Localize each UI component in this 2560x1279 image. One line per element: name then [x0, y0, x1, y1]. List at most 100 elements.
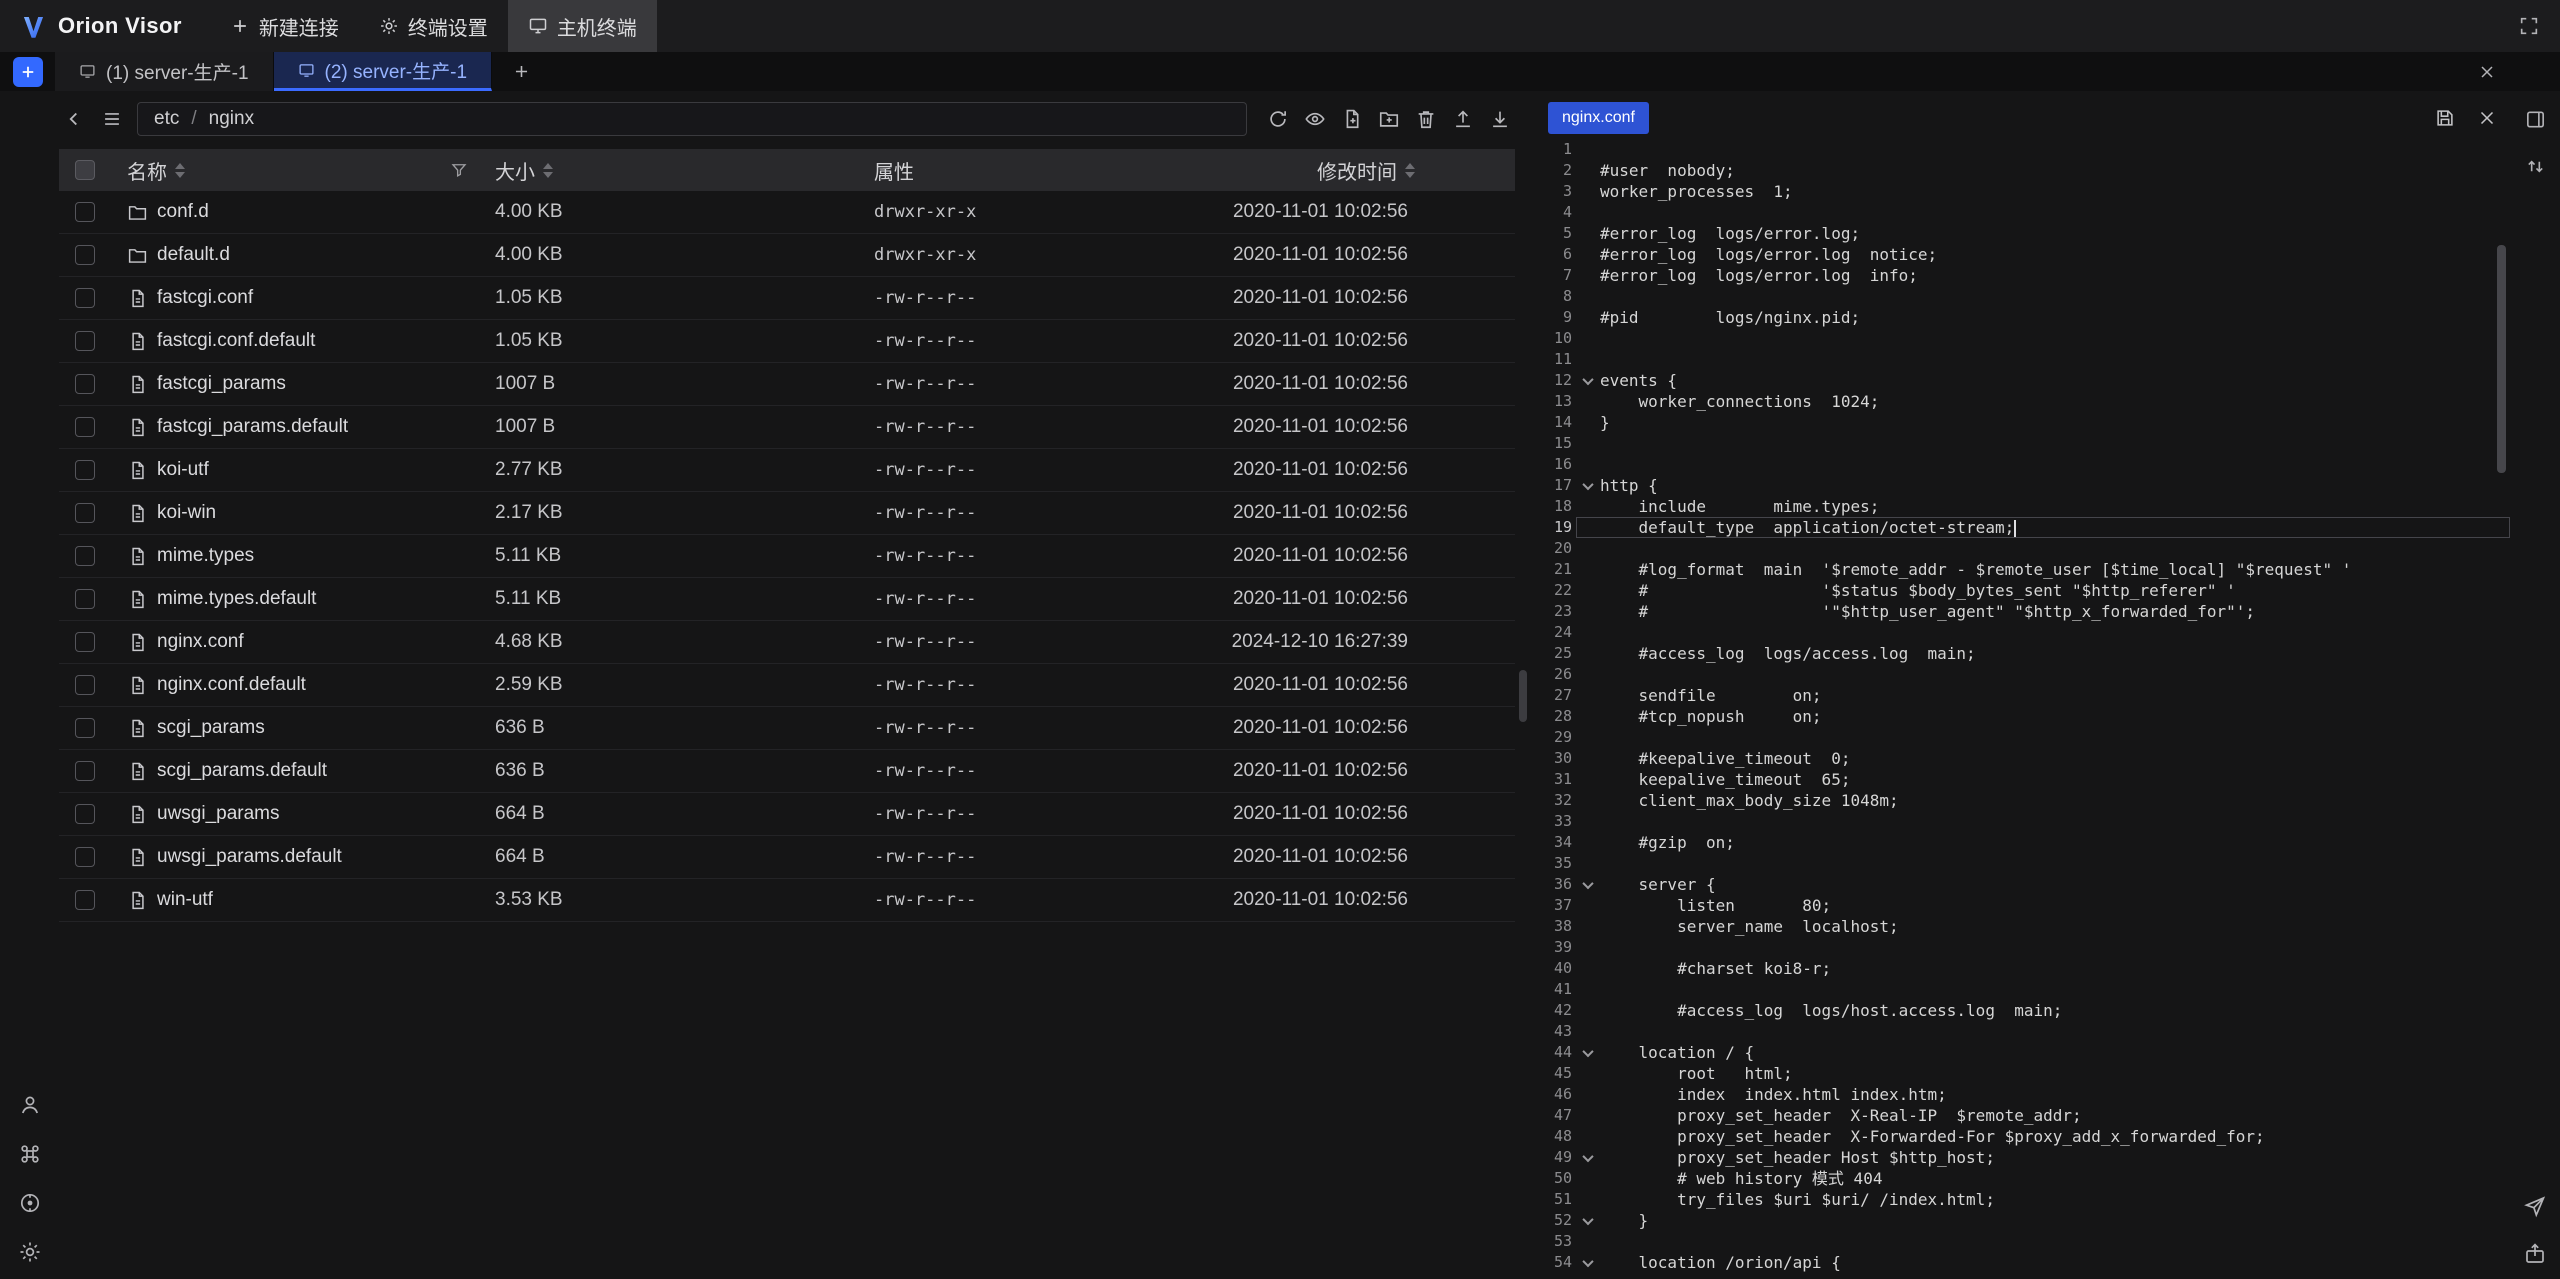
theme-icon[interactable]: [15, 1188, 45, 1218]
code-line[interactable]: 11: [1540, 349, 2510, 370]
code-line[interactable]: 8: [1540, 286, 2510, 307]
code-line[interactable]: 29: [1540, 727, 2510, 748]
file-name[interactable]: scgi_params.default: [157, 760, 327, 782]
file-name[interactable]: default.d: [157, 244, 230, 266]
breadcrumb-segment[interactable]: nginx: [209, 108, 254, 130]
code-line[interactable]: 37 listen 80;: [1540, 895, 2510, 916]
fold-chevron-icon[interactable]: [1582, 1150, 1593, 1161]
code-line[interactable]: 21 #log_format main '$remote_addr - $rem…: [1540, 559, 2510, 580]
row-checkbox[interactable]: [75, 503, 95, 523]
table-row[interactable]: nginx.conf.default 2.59 KB -rw-r--r-- 20…: [59, 664, 1515, 707]
send-command-icon[interactable]: [2520, 1191, 2550, 1221]
code-line[interactable]: 18 include mime.types;: [1540, 496, 2510, 517]
editor-file-tab[interactable]: nginx.conf: [1548, 102, 1649, 134]
file-name[interactable]: conf.d: [157, 201, 209, 223]
table-row[interactable]: fastcgi_params 1007 B -rw-r--r-- 2020-11…: [59, 363, 1515, 406]
table-row[interactable]: mime.types.default 5.11 KB -rw-r--r-- 20…: [59, 578, 1515, 621]
delete-trash-icon[interactable]: [1411, 104, 1441, 134]
fold-chevron-icon[interactable]: [1582, 478, 1593, 489]
row-checkbox[interactable]: [75, 245, 95, 265]
file-name[interactable]: nginx.conf: [157, 631, 244, 653]
upload-icon[interactable]: [1448, 104, 1478, 134]
code-line[interactable]: 10: [1540, 328, 2510, 349]
code-line[interactable]: 51 try_files $uri $uri/ /index.html;: [1540, 1189, 2510, 1210]
file-name[interactable]: nginx.conf.default: [157, 674, 306, 696]
code-line[interactable]: 17 http {: [1540, 475, 2510, 496]
code-line[interactable]: 1: [1540, 139, 2510, 160]
code-line[interactable]: 43: [1540, 1021, 2510, 1042]
row-checkbox[interactable]: [75, 374, 95, 394]
table-row[interactable]: nginx.conf 4.68 KB -rw-r--r-- 2024-12-10…: [59, 621, 1515, 664]
code-line[interactable]: 42 #access_log logs/host.access.log main…: [1540, 1000, 2510, 1021]
code-line[interactable]: 14 }: [1540, 412, 2510, 433]
code-line[interactable]: 52 }: [1540, 1210, 2510, 1231]
code-line[interactable]: 13 worker_connections 1024;: [1540, 391, 2510, 412]
fullscreen-icon[interactable]: [2514, 11, 2544, 41]
code-line[interactable]: 9 #pid logs/nginx.pid;: [1540, 307, 2510, 328]
code-line[interactable]: 38 server_name localhost;: [1540, 916, 2510, 937]
code-line[interactable]: 45 root html;: [1540, 1063, 2510, 1084]
code-line[interactable]: 25 #access_log logs/access.log main;: [1540, 643, 2510, 664]
editor-code[interactable]: 1 2 #user nobody; 3 worker_processes 1; …: [1540, 139, 2510, 1273]
show-hidden-eye-icon[interactable]: [1300, 104, 1330, 134]
menu-item-new-connection[interactable]: 新建连接: [210, 0, 359, 52]
code-line[interactable]: 46 index index.html index.htm;: [1540, 1084, 2510, 1105]
code-line[interactable]: 36 server {: [1540, 874, 2510, 895]
new-folder-icon[interactable]: [1374, 104, 1404, 134]
download-icon[interactable]: [1485, 104, 1515, 134]
code-line[interactable]: 24: [1540, 622, 2510, 643]
table-row[interactable]: default.d 4.00 KB drwxr-xr-x 2020-11-01 …: [59, 234, 1515, 277]
code-line[interactable]: 23 # '"$http_user_agent" "$http_x_forwar…: [1540, 601, 2510, 622]
column-header-size[interactable]: 大小: [495, 156, 535, 185]
panel-resize-handle[interactable]: [1519, 670, 1527, 722]
breadcrumb-segment[interactable]: etc: [154, 108, 179, 130]
row-checkbox[interactable]: [75, 546, 95, 566]
file-name[interactable]: mime.types.default: [157, 588, 316, 610]
file-name[interactable]: scgi_params: [157, 717, 265, 739]
code-line[interactable]: 7 #error_log logs/error.log info;: [1540, 265, 2510, 286]
row-checkbox[interactable]: [75, 331, 95, 351]
code-line[interactable]: 39: [1540, 937, 2510, 958]
code-line[interactable]: 20: [1540, 538, 2510, 559]
editor-scrollbar[interactable]: [2497, 245, 2506, 473]
select-all-checkbox[interactable]: [75, 160, 95, 180]
code-line[interactable]: 3 worker_processes 1;: [1540, 181, 2510, 202]
code-line[interactable]: 48 proxy_set_header X-Forwarded-For $pro…: [1540, 1126, 2510, 1147]
list-view-icon[interactable]: [97, 104, 127, 134]
table-row[interactable]: koi-utf 2.77 KB -rw-r--r-- 2020-11-01 10…: [59, 449, 1515, 492]
row-checkbox[interactable]: [75, 632, 95, 652]
transfer-list-icon[interactable]: [2520, 151, 2550, 181]
code-line[interactable]: 50 # web history 模式 404: [1540, 1168, 2510, 1189]
command-shortcuts-icon[interactable]: [15, 1139, 45, 1169]
code-line[interactable]: 54 location /orion/api {: [1540, 1252, 2510, 1273]
tab-server-2[interactable]: (2) server-生产-1: [274, 52, 493, 91]
close-editor-icon[interactable]: [2476, 107, 2498, 129]
file-name[interactable]: fastcgi.conf.default: [157, 330, 315, 352]
code-line[interactable]: 12 events {: [1540, 370, 2510, 391]
menu-item-host-terminal[interactable]: 主机终端: [508, 0, 657, 52]
code-line[interactable]: 2 #user nobody;: [1540, 160, 2510, 181]
row-checkbox[interactable]: [75, 890, 95, 910]
code-line[interactable]: 30 #keepalive_timeout 0;: [1540, 748, 2510, 769]
code-line[interactable]: 15: [1540, 433, 2510, 454]
file-name[interactable]: koi-utf: [157, 459, 209, 481]
fold-chevron-icon[interactable]: [1582, 1213, 1593, 1224]
row-checkbox[interactable]: [75, 460, 95, 480]
table-row[interactable]: fastcgi.conf 1.05 KB -rw-r--r-- 2020-11-…: [59, 277, 1515, 320]
refresh-icon[interactable]: [1263, 104, 1293, 134]
code-line[interactable]: 49 proxy_set_header Host $http_host;: [1540, 1147, 2510, 1168]
file-name[interactable]: mime.types: [157, 545, 254, 567]
code-line[interactable]: 16: [1540, 454, 2510, 475]
new-terminal-button[interactable]: [13, 57, 43, 87]
table-row[interactable]: uwsgi_params.default 664 B -rw-r--r-- 20…: [59, 836, 1515, 879]
code-line[interactable]: 41: [1540, 979, 2510, 1000]
row-checkbox[interactable]: [75, 804, 95, 824]
new-file-icon[interactable]: [1337, 104, 1367, 134]
sort-name-icon[interactable]: [175, 163, 185, 178]
file-name[interactable]: win-utf: [157, 889, 213, 911]
menu-item-terminal-settings[interactable]: 终端设置: [359, 0, 508, 52]
file-name[interactable]: fastcgi_params.default: [157, 416, 348, 438]
table-row[interactable]: uwsgi_params 664 B -rw-r--r-- 2020-11-01…: [59, 793, 1515, 836]
row-checkbox[interactable]: [75, 847, 95, 867]
code-line[interactable]: 27 sendfile on;: [1540, 685, 2510, 706]
